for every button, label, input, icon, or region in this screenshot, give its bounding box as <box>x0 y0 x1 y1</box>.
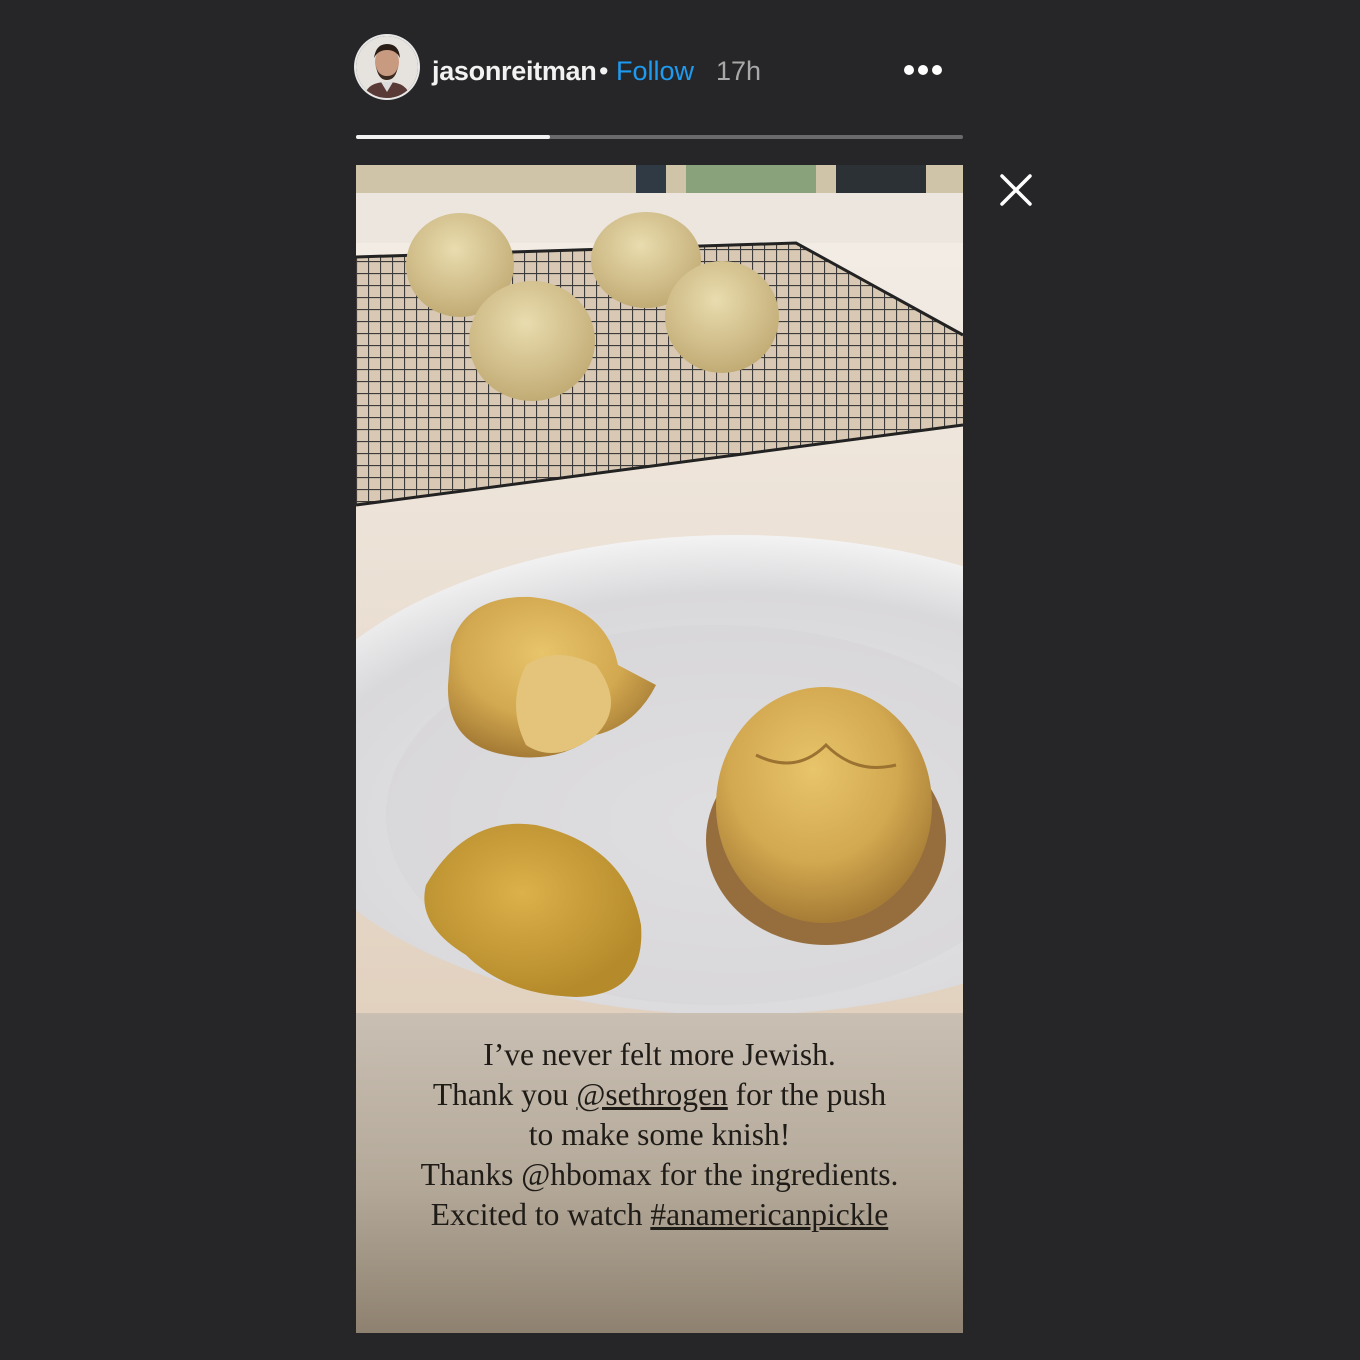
caption-text: Thank you <box>432 1077 577 1112</box>
follow-button[interactable]: Follow <box>616 56 694 87</box>
story-progress-fill <box>356 135 551 139</box>
story-header: jasonreitman • Follow 17h <box>356 36 963 106</box>
story-progress-bar <box>356 135 963 139</box>
avatar[interactable] <box>356 36 418 98</box>
mention-link[interactable]: @sethrogen <box>576 1077 727 1112</box>
caption-text: for the push <box>727 1077 887 1112</box>
story-caption: I’ve never felt more Jewish. Thank you @… <box>356 1035 963 1235</box>
close-icon[interactable] <box>996 170 1036 210</box>
caption-line: Excited to watch #anamericanpickle <box>356 1195 963 1235</box>
caption-line: Thank you @sethrogen for the push <box>356 1075 963 1115</box>
caption-area: I’ve never felt more Jewish. Thank you @… <box>356 1013 963 1333</box>
story-photo <box>356 165 963 1013</box>
caption-line: to make some knish! <box>528 1117 791 1152</box>
separator-dot: • <box>599 56 609 86</box>
story-content[interactable]: I’ve never felt more Jewish. Thank you @… <box>356 165 963 1333</box>
hashtag-link[interactable]: #anamericanpickle <box>650 1197 888 1232</box>
timestamp: 17h <box>716 56 762 86</box>
caption-line: Thanks @hbomax for the ingredients. <box>420 1157 899 1192</box>
username-link[interactable]: jasonreitman <box>432 56 597 87</box>
more-options-icon[interactable] <box>900 56 946 84</box>
caption-line: I’ve never felt more Jewish. <box>483 1037 836 1072</box>
caption-text: Excited to watch <box>430 1197 651 1232</box>
